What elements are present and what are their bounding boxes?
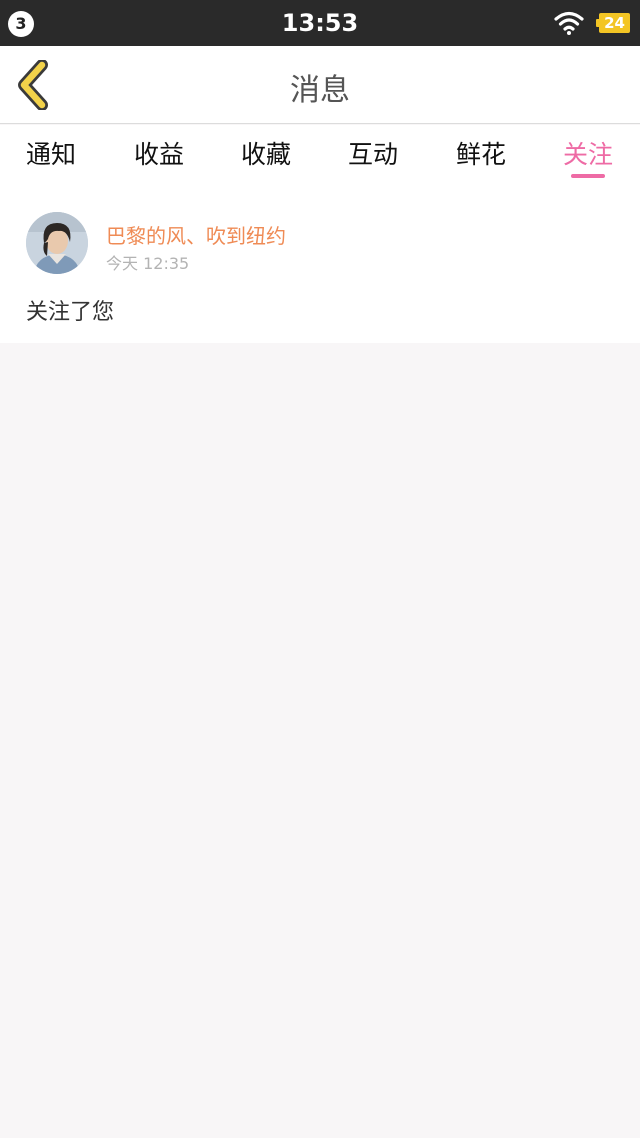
message-text: 关注了您: [26, 300, 115, 325]
tab-notifications[interactable]: 通知: [6, 135, 96, 171]
tab-favorites[interactable]: 收藏: [221, 135, 311, 171]
status-bar: 3 13:53 24: [0, 0, 640, 46]
battery-level: 24: [599, 13, 630, 33]
status-time: 13:53: [281, 9, 359, 37]
message-time: 今天 12:35: [106, 254, 190, 273]
tab-flowers[interactable]: 鲜花: [436, 135, 526, 171]
header: 消息: [0, 46, 640, 124]
list-item[interactable]: 巴黎的风、吹到纽约 今天 12:35 关注了您: [0, 187, 640, 343]
tab-earnings[interactable]: 收益: [114, 135, 204, 171]
tab-bar: 通知 收益 收藏 互动 鲜花 关注: [0, 125, 640, 187]
tab-follows[interactable]: 关注: [543, 135, 633, 171]
active-tab-indicator: [571, 174, 605, 178]
tab-interactions[interactable]: 互动: [328, 135, 418, 171]
wifi-icon: [554, 11, 584, 35]
battery-icon: 24: [596, 13, 630, 33]
sender-name[interactable]: 巴黎的风、吹到纽约: [106, 220, 286, 249]
page-title: 消息: [290, 73, 350, 108]
avatar-image: [26, 212, 88, 274]
avatar[interactable]: [26, 212, 88, 274]
